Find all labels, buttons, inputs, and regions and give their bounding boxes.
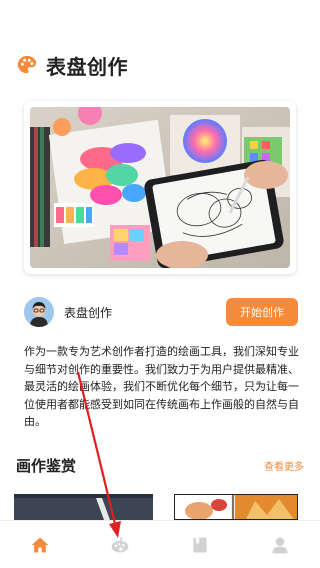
home-icon — [31, 537, 49, 552]
gallery-title: 画作鉴赏 — [16, 456, 77, 475]
app-description: 作为一款专为艺术创作者打造的绘画工具，我们深知专业与细节对创作的重要性。我们致力… — [24, 345, 299, 428]
author-name: 表盘创作 — [64, 305, 113, 320]
tab-create[interactable] — [100, 525, 140, 565]
gallery-thumbnail[interactable] — [174, 494, 298, 520]
hero-card[interactable] — [24, 101, 296, 274]
palette-icon — [16, 54, 38, 76]
bottom-tab-bar — [0, 520, 320, 568]
tab-home[interactable] — [20, 525, 60, 565]
gallery-thumbnail[interactable] — [14, 494, 153, 520]
book-icon — [193, 537, 207, 552]
view-more-link[interactable]: 查看更多 — [264, 458, 304, 473]
author-row: 表盘创作 开始创作 — [24, 296, 298, 328]
page-title: 表盘创作 — [46, 54, 128, 79]
tab-library[interactable] — [180, 525, 220, 565]
page-header: 表盘创作 — [16, 50, 128, 80]
user-avatar[interactable] — [24, 297, 54, 327]
palette-tab-icon — [111, 536, 129, 552]
tab-profile[interactable] — [260, 525, 300, 565]
annotation-arrow — [76, 371, 121, 538]
start-creating-button[interactable]: 开始创作 — [226, 298, 298, 326]
gallery-header: 画作鉴赏 查看更多 — [16, 454, 304, 476]
artist-drawing-tablet-image — [30, 107, 290, 268]
profile-icon — [272, 537, 288, 553]
